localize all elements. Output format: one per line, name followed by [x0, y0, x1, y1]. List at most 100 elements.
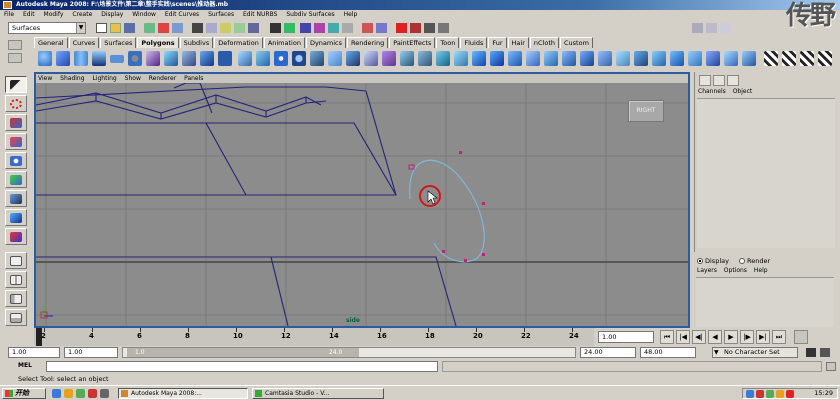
folder-quicklaunch-icon[interactable]	[64, 389, 73, 398]
ie-quicklaunch-icon[interactable]	[52, 389, 61, 398]
edge-mask-icon[interactable]	[220, 23, 231, 33]
command-language-label[interactable]: MEL	[18, 362, 32, 369]
flip-edge-icon[interactable]	[634, 51, 648, 66]
select-object-icon[interactable]	[158, 23, 169, 33]
history-icon[interactable]	[362, 23, 373, 33]
step-forward-frame-icon[interactable]: |▶	[740, 330, 754, 344]
go-to-end-icon[interactable]: ⏭	[772, 330, 786, 344]
options-menu[interactable]: Options	[724, 267, 747, 274]
uv-editor-icon[interactable]	[742, 51, 756, 66]
app-quicklaunch-icon[interactable]	[88, 389, 97, 398]
animation-end-time-field[interactable]: 48.00	[640, 347, 696, 358]
poly-pipe-icon[interactable]	[182, 51, 196, 66]
tab-rendering[interactable]: Rendering	[347, 37, 389, 48]
anim-preferences-icon[interactable]	[820, 348, 830, 357]
ipr-render-icon[interactable]	[424, 23, 435, 33]
media-quicklaunch-icon[interactable]	[100, 389, 109, 398]
menu-help[interactable]: Help	[344, 11, 358, 18]
display-radio[interactable]	[697, 258, 703, 264]
range-slider-thumb[interactable]: 1.0 24.0	[127, 348, 359, 357]
separate-icon[interactable]	[256, 51, 270, 66]
tab-surfaces[interactable]: Surfaces	[100, 37, 137, 48]
start-button[interactable]: 开始	[2, 388, 46, 399]
menu-edit-curves[interactable]: Edit Curves	[165, 11, 199, 18]
mask-icon[interactable]	[192, 23, 203, 33]
menu-edit[interactable]: Edit	[23, 11, 35, 18]
rotate-tool-button[interactable]	[5, 152, 27, 169]
render-radio[interactable]	[739, 258, 746, 264]
playback-end-time-field[interactable]: 24.00	[580, 347, 636, 358]
render-globals-icon[interactable]	[438, 23, 449, 33]
channel-layer-icon[interactable]	[727, 75, 739, 86]
face-mask-icon[interactable]	[234, 23, 245, 33]
go-to-start-icon[interactable]: ⏮	[660, 330, 674, 344]
select-tool-button[interactable]	[5, 76, 27, 93]
new-scene-icon[interactable]	[96, 23, 107, 33]
recording-tray-icon[interactable]	[786, 390, 794, 398]
triangulate-icon[interactable]	[670, 51, 684, 66]
layer-help-menu[interactable]: Help	[754, 267, 768, 274]
combine-icon[interactable]	[238, 51, 252, 66]
menu-create[interactable]: Create	[72, 11, 92, 18]
extract-icon[interactable]	[580, 51, 594, 66]
select-hierarchy-icon[interactable]	[144, 23, 155, 33]
highlight-selection-icon[interactable]	[284, 23, 295, 33]
menu-window[interactable]: Window	[132, 11, 156, 18]
collapse-icon[interactable]	[490, 51, 504, 66]
object-menu[interactable]: Object	[733, 88, 753, 95]
panel-menu-lighting[interactable]: Lighting	[92, 75, 116, 82]
smooth-icon[interactable]	[274, 51, 288, 66]
poly-cone-icon[interactable]	[92, 51, 106, 66]
script-editor-icon[interactable]	[826, 362, 836, 371]
poke-icon[interactable]	[526, 51, 540, 66]
taskbar-camtasia-button[interactable]: Camtasia Studio - V...	[252, 388, 384, 399]
menu-modify[interactable]: Modify	[44, 11, 64, 18]
slide-edge-icon[interactable]	[616, 51, 630, 66]
channel-box-icon[interactable]	[699, 75, 711, 86]
tab-subdivs[interactable]: Subdivs	[179, 37, 214, 48]
poly-sphere-icon[interactable]	[38, 51, 52, 66]
append-polygon-icon[interactable]	[364, 51, 378, 66]
tab-general[interactable]: General	[34, 37, 68, 48]
reduce-icon[interactable]	[292, 51, 306, 66]
playback-start-time-field[interactable]: 1.00	[64, 347, 118, 358]
poly-plane-icon[interactable]	[110, 55, 124, 63]
panel-menu-shading[interactable]: Shading	[60, 75, 84, 82]
merge-icon[interactable]	[472, 51, 486, 66]
move-tool-button[interactable]	[5, 133, 27, 150]
panel-menu-panels[interactable]: Panels	[184, 75, 203, 82]
taskbar-maya-button[interactable]: Autodesk Maya 2008:...	[118, 388, 248, 399]
volume-tray-icon[interactable]	[776, 390, 784, 398]
range-slider[interactable]: 1.0 24.0	[122, 347, 576, 358]
checker-map-3-icon[interactable]	[800, 51, 814, 66]
attribute-editor-toggle-icon[interactable]	[692, 23, 703, 33]
poly-soccer-ball-icon[interactable]	[218, 51, 232, 66]
snap-curve-icon[interactable]	[314, 23, 325, 33]
tab-hair[interactable]: Hair	[507, 37, 529, 48]
poly-cylinder-icon[interactable]	[74, 51, 88, 66]
tab-curves[interactable]: Curves	[68, 37, 100, 48]
show-manipulator-tool-button[interactable]	[5, 228, 27, 245]
wedge-icon[interactable]	[508, 51, 522, 66]
checker-map-4-icon[interactable]	[818, 51, 832, 66]
layer-editor-icon[interactable]	[713, 75, 725, 86]
side-viewport[interactable]: View Shading Lighting Show Renderer Pane…	[34, 72, 690, 328]
menu-edit-nurbs[interactable]: Edit NURBS	[243, 11, 277, 18]
menu-surfaces[interactable]: Surfaces	[208, 11, 234, 18]
menu-subdiv-surfaces[interactable]: Subdiv Surfaces	[286, 11, 334, 18]
spin-edge-icon[interactable]	[652, 51, 666, 66]
tab-painteffects[interactable]: PaintEffects	[389, 37, 436, 48]
persp-outliner-layout-button[interactable]	[5, 290, 27, 307]
command-input[interactable]	[46, 361, 438, 372]
menu-file[interactable]: File	[4, 11, 14, 18]
time-slider[interactable]: 2 4 6 8 10 12 14 16 18 20 22 24	[34, 328, 594, 346]
lasso-tool-button[interactable]	[5, 95, 27, 112]
tab-dynamics[interactable]: Dynamics	[305, 37, 347, 48]
scale-tool-button[interactable]	[5, 171, 27, 188]
animation-preferences-icon[interactable]	[794, 330, 808, 344]
paint-select-tool-button[interactable]	[5, 114, 27, 131]
animation-start-time-field[interactable]: 1.00	[8, 347, 60, 358]
step-forward-key-icon[interactable]: ▶|	[756, 330, 770, 344]
save-scene-icon[interactable]	[124, 23, 135, 33]
mirror-icon[interactable]	[310, 51, 324, 66]
